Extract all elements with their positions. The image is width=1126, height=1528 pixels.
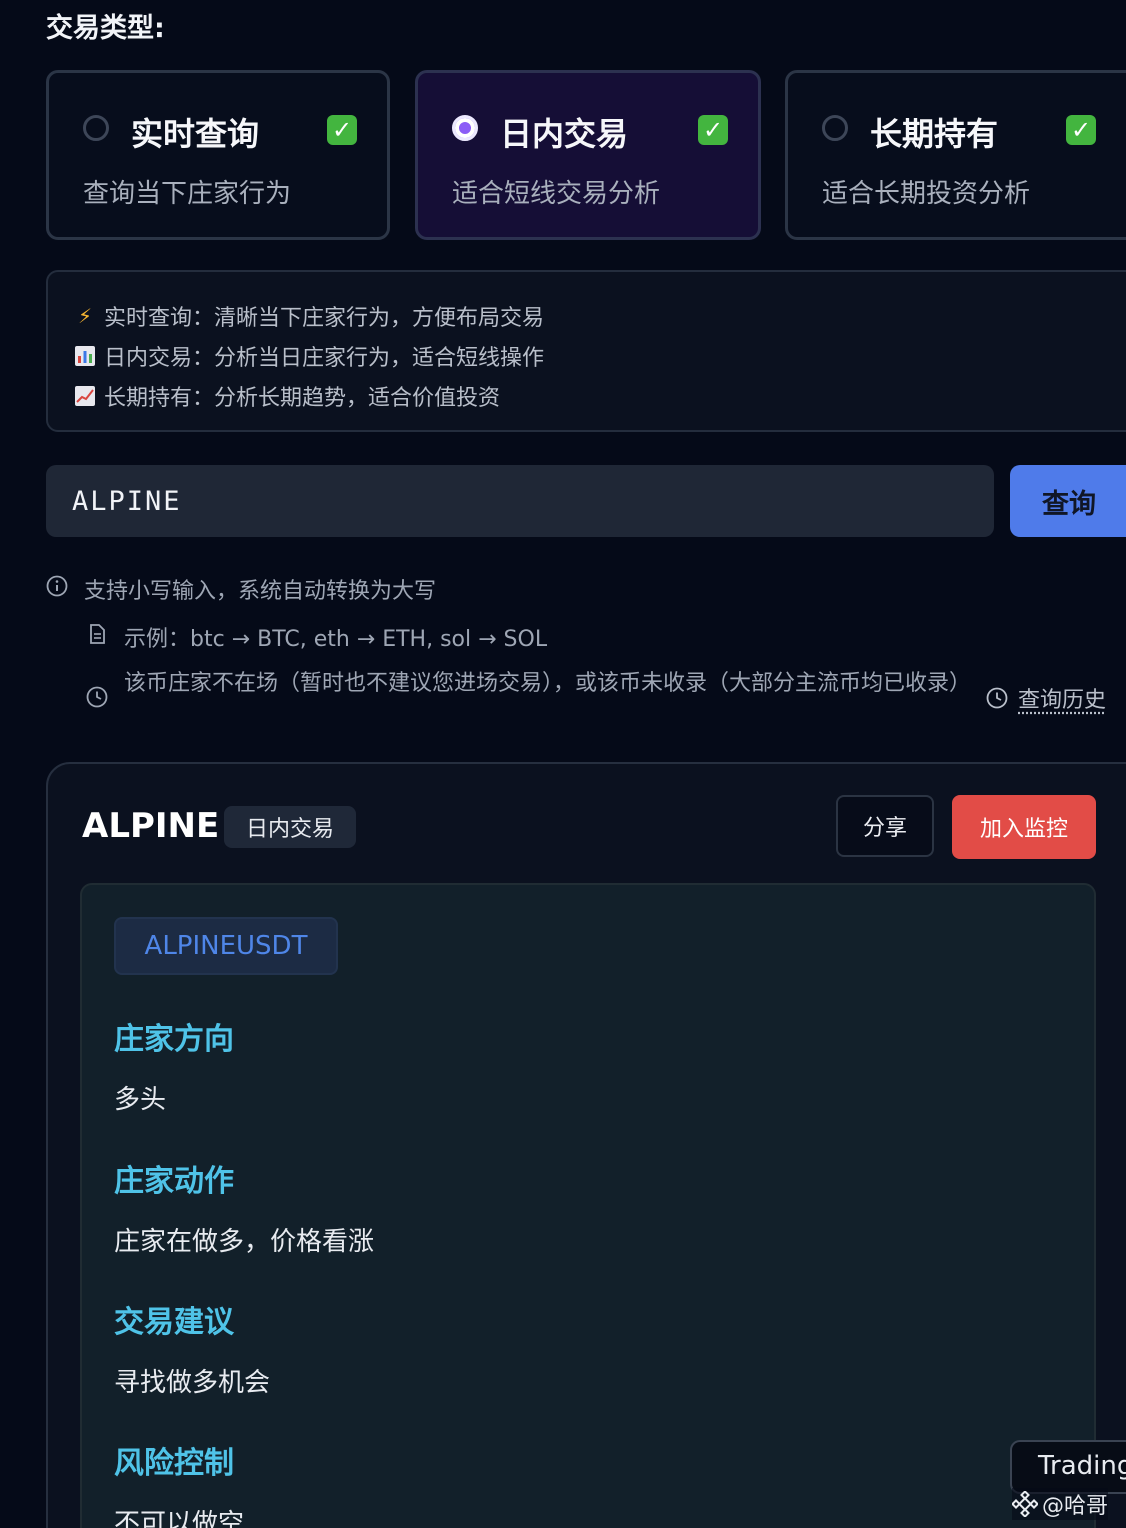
page-root: 交易类型: 实时查询 ✓ 查询当下庄家行为 日内交易 ✓ 适合短线交易分析 长期… xyxy=(0,0,1126,1528)
trade-type-title: 日内交易 xyxy=(500,115,629,153)
trade-type-desc: 适合短线交易分析 xyxy=(452,179,661,209)
result-symbol: ALPINE xyxy=(82,806,220,846)
info-line-longterm: 长期持有：分析长期趋势，适合价值投资 xyxy=(74,380,500,412)
info-line-text: 实时查询：清晰当下庄家行为，方便布局交易 xyxy=(104,306,545,331)
add-monitor-button[interactable]: 加入监控 xyxy=(952,795,1096,859)
binance-logo-icon xyxy=(1012,1491,1038,1517)
case-hint-text: 支持小写输入，系统自动转换为大写 xyxy=(84,579,437,604)
trade-type-desc: 查询当下庄家行为 xyxy=(83,179,292,209)
check-mark-icon: ✓ xyxy=(1066,115,1096,145)
info-line-text: 长期持有：分析长期趋势，适合价值投资 xyxy=(104,386,501,411)
document-icon xyxy=(90,624,105,644)
share-button[interactable]: 分享 xyxy=(836,795,934,857)
query-button[interactable]: 查询 xyxy=(1010,465,1126,537)
banker-direction-heading: 庄家方向 xyxy=(114,1022,234,1057)
risk-control-heading: 风险控制 xyxy=(114,1446,234,1481)
risk-control-value: 不可以做空 xyxy=(114,1509,245,1528)
radio-selected-icon[interactable] xyxy=(452,115,478,141)
banker-action-value: 庄家在做多，价格看涨 xyxy=(114,1227,375,1257)
trade-advice-value: 寻找做多机会 xyxy=(114,1368,271,1398)
info-line-intraday: 日内交易：分析当日庄家行为，适合短线操作 xyxy=(74,340,544,372)
query-history-link[interactable]: 查询历史 xyxy=(986,682,1106,714)
info-line-realtime: ⚡ 实时查询：清晰当下庄家行为，方便布局交易 xyxy=(74,300,544,332)
result-mode-tag: 日内交易 xyxy=(224,806,357,848)
radio-unselected-icon[interactable] xyxy=(83,115,109,141)
watermark: @哈哥 xyxy=(1012,1488,1109,1520)
trade-type-card-longterm[interactable]: 长期持有 ✓ 适合长期投资分析 xyxy=(785,70,1126,240)
check-mark-icon: ✓ xyxy=(698,115,728,145)
info-icon xyxy=(46,575,68,597)
trade-type-info-box: ⚡ 实时查询：清晰当下庄家行为，方便布局交易 日内交易：分析当日庄家行为，适合短… xyxy=(46,270,1126,432)
symbol-search-input[interactable] xyxy=(46,465,994,537)
trading-floating-button[interactable]: Trading xyxy=(1010,1440,1126,1494)
example-hint-text: 示例：btc → BTC, eth → ETH, sol → SOL xyxy=(124,627,548,652)
banker-action-heading: 庄家动作 xyxy=(114,1164,234,1199)
check-mark-icon: ✓ xyxy=(327,115,357,145)
lightning-icon: ⚡ xyxy=(77,304,93,328)
trading-pair-tag: ALPINEUSDT xyxy=(114,917,338,975)
trade-advice-heading: 交易建议 xyxy=(114,1305,234,1340)
history-clock-icon xyxy=(986,687,1008,709)
not-found-hint: 该币庄家不在场（暂时也不建议您进场交易），或该币未收录（大部分主流币均已收录） xyxy=(86,668,972,708)
radio-unselected-icon[interactable] xyxy=(822,115,848,141)
analysis-panel xyxy=(80,883,1096,1528)
trade-type-desc: 适合长期投资分析 xyxy=(822,179,1031,209)
trading-label: Trading xyxy=(1038,1451,1126,1481)
watermark-text: @哈哥 xyxy=(1042,1494,1109,1519)
info-line-text: 日内交易：分析当日庄家行为，适合短线操作 xyxy=(104,346,545,371)
bar-chart-icon xyxy=(74,346,96,366)
trade-type-title: 长期持有 xyxy=(870,115,999,153)
trade-type-card-realtime[interactable]: 实时查询 ✓ 查询当下庄家行为 xyxy=(46,70,390,240)
trend-up-icon xyxy=(74,386,96,406)
query-history-text: 查询历史 xyxy=(1018,688,1107,713)
trade-type-card-intraday[interactable]: 日内交易 ✓ 适合短线交易分析 xyxy=(415,70,761,240)
trade-type-title: 实时查询 xyxy=(131,115,260,153)
case-hint: 支持小写输入，系统自动转换为大写 xyxy=(46,573,436,605)
clock-icon xyxy=(86,686,108,708)
trade-type-label: 交易类型: xyxy=(46,13,165,44)
not-found-hint-text: 该币庄家不在场（暂时也不建议您进场交易），或该币未收录（大部分主流币均已收录） xyxy=(124,671,972,696)
banker-direction-value: 多头 xyxy=(114,1085,167,1115)
example-hint: 示例：btc → BTC, eth → ETH, sol → SOL xyxy=(86,621,547,653)
